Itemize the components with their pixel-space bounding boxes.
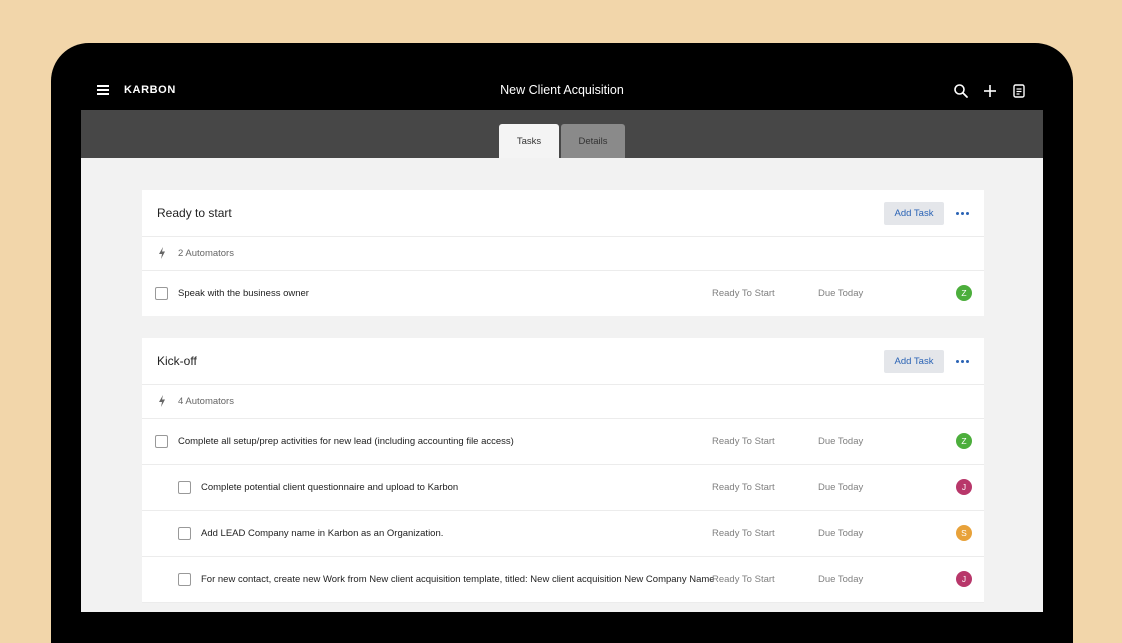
task-name[interactable]: For new contact, create new Work from Ne… [201,574,715,585]
app-screen: KARBON New Client Acquisition Tasks Deta… [81,72,1043,612]
task-name[interactable]: Complete all setup/prep activities for n… [178,436,514,447]
task-checkbox[interactable] [178,527,191,540]
lightning-bolt-icon [159,395,165,407]
top-actions [953,83,1027,99]
page-title: New Client Acquisition [500,83,624,97]
add-task-button[interactable]: Add Task [884,350,944,373]
tab-details[interactable]: Details [561,124,625,158]
task-row[interactable]: Complete potential client questionnaire … [142,465,984,511]
task-status: Ready To Start [712,288,775,299]
task-row[interactable]: For new contact, create new Work from Ne… [142,557,984,603]
more-dots-icon[interactable] [956,360,969,363]
tab-bar: Tasks Details [81,110,1043,158]
section-header: Ready to start Add Task [142,190,984,237]
section-title: Kick-off [157,354,197,368]
section-header: Kick-off Add Task [142,338,984,385]
task-checkbox[interactable] [155,435,168,448]
plus-icon[interactable] [982,83,998,99]
automators-count: 4 Automators [178,396,234,407]
task-due: Due Today [818,528,864,539]
notes-icon[interactable] [1011,83,1027,99]
assignee-avatar[interactable]: Z [956,433,972,449]
task-due: Due Today [818,436,864,447]
task-row[interactable]: Speak with the business owner Ready To S… [142,271,984,316]
task-row[interactable]: Complete all setup/prep activities for n… [142,419,984,465]
task-name[interactable]: Complete potential client questionnaire … [201,482,458,493]
task-name[interactable]: Speak with the business owner [178,288,309,299]
assignee-avatar[interactable]: S [956,525,972,541]
automators-row[interactable]: 2 Automators [142,237,984,271]
lightning-bolt-icon [159,247,165,259]
task-due: Due Today [818,574,864,585]
assignee-avatar[interactable]: J [956,479,972,495]
add-task-button[interactable]: Add Task [884,202,944,225]
task-name[interactable]: Add LEAD Company name in Karbon as an Or… [201,528,443,539]
assignee-avatar[interactable]: Z [956,285,972,301]
automators-count: 2 Automators [178,248,234,259]
task-row[interactable]: Add LEAD Company name in Karbon as an Or… [142,511,984,557]
tab-tasks[interactable]: Tasks [499,124,559,158]
task-due: Due Today [818,482,864,493]
section-title: Ready to start [157,206,232,220]
assignee-avatar[interactable]: J [956,571,972,587]
search-icon[interactable] [953,83,969,99]
more-dots-icon[interactable] [956,212,969,215]
automators-row[interactable]: 4 Automators [142,385,984,419]
section-kick-off: Kick-off Add Task 4 Automators Complete … [142,338,984,603]
task-checkbox[interactable] [178,481,191,494]
task-status: Ready To Start [712,574,775,585]
task-due: Due Today [818,288,864,299]
task-status: Ready To Start [712,528,775,539]
task-status: Ready To Start [712,482,775,493]
task-checkbox[interactable] [155,287,168,300]
section-ready-to-start: Ready to start Add Task 2 Automators Spe… [142,190,984,316]
task-checkbox[interactable] [178,573,191,586]
top-bar: KARBON New Client Acquisition [81,72,1043,110]
task-status: Ready To Start [712,436,775,447]
